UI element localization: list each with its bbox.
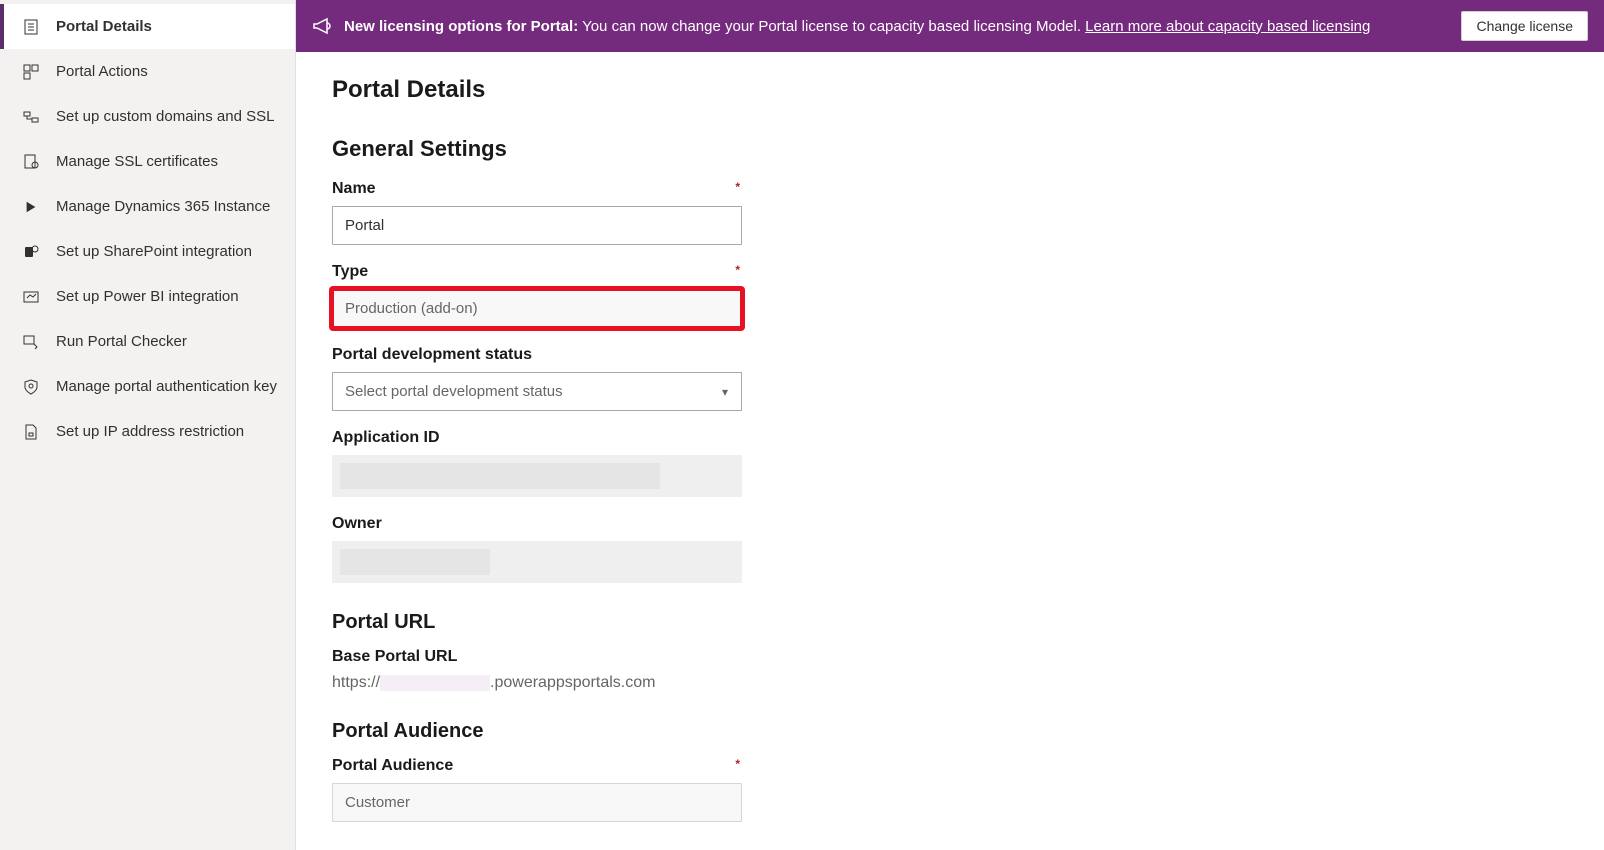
app-id-group: Application ID	[332, 429, 742, 497]
audience-label: Portal Audience	[332, 757, 742, 775]
sidebar-item-custom-domains[interactable]: Set up custom domains and SSL	[0, 94, 295, 139]
page-title: Portal Details	[332, 76, 1568, 104]
audience-input	[332, 783, 742, 822]
sharepoint-icon	[22, 243, 40, 261]
shield-icon	[22, 378, 40, 396]
app-id-label: Application ID	[332, 429, 742, 447]
chart-icon	[22, 288, 40, 306]
type-group: Type	[332, 263, 742, 328]
url-prefix: https://	[332, 674, 380, 691]
base-url-value: https:// .powerappsportals.com	[332, 674, 742, 692]
sidebar-item-label: Manage portal authentication key	[56, 376, 279, 397]
sidebar-item-portal-details[interactable]: Portal Details	[0, 4, 295, 49]
sidebar-item-label: Run Portal Checker	[56, 331, 279, 352]
actions-icon	[22, 63, 40, 81]
sidebar-item-label: Manage Dynamics 365 Instance	[56, 196, 279, 217]
sidebar-item-sharepoint[interactable]: Set up SharePoint integration	[0, 229, 295, 274]
sidebar-item-label: Set up SharePoint integration	[56, 241, 279, 262]
sidebar-item-label: Set up custom domains and SSL	[56, 106, 279, 127]
portal-audience-title: Portal Audience	[332, 720, 1568, 743]
domain-icon	[22, 108, 40, 126]
owner-label: Owner	[332, 515, 742, 533]
banner-content: New licensing options for Portal: You ca…	[312, 16, 1370, 36]
sidebar-item-powerbi[interactable]: Set up Power BI integration	[0, 274, 295, 319]
url-suffix: .powerappsportals.com	[490, 674, 655, 691]
sidebar-item-portal-checker[interactable]: Run Portal Checker	[0, 319, 295, 364]
url-redacted	[380, 675, 490, 691]
base-url-label: Base Portal URL	[332, 648, 742, 666]
dev-status-group: Portal development status Select portal …	[332, 346, 742, 411]
file-lock-icon	[22, 423, 40, 441]
document-icon	[22, 18, 40, 36]
sidebar-item-label: Set up Power BI integration	[56, 286, 279, 307]
type-label: Type	[332, 263, 742, 281]
banner-learn-more-link[interactable]: Learn more about capacity based licensin…	[1085, 18, 1370, 35]
name-label: Name	[332, 180, 742, 198]
sidebar-item-label: Portal Actions	[56, 61, 279, 82]
banner-bold: New licensing options for Portal:	[344, 18, 578, 35]
sidebar-item-ssl-certificates[interactable]: Manage SSL certificates	[0, 139, 295, 184]
sidebar-item-label: Set up IP address restriction	[56, 421, 279, 442]
certificate-icon	[22, 153, 40, 171]
sidebar-item-dynamics-365[interactable]: Manage Dynamics 365 Instance	[0, 184, 295, 229]
sidebar-item-portal-actions[interactable]: Portal Actions	[0, 49, 295, 94]
banner-text: New licensing options for Portal: You ca…	[344, 18, 1370, 35]
banner-desc: You can now change your Portal license t…	[578, 18, 1085, 35]
dev-status-label: Portal development status	[332, 346, 742, 364]
checker-icon	[22, 333, 40, 351]
owner-redacted	[332, 541, 742, 583]
sidebar: Portal Details Portal Actions Set up cus…	[0, 0, 296, 850]
owner-group: Owner	[332, 515, 742, 583]
general-settings-title: General Settings	[332, 136, 1568, 162]
type-input	[332, 289, 742, 328]
sidebar-item-auth-key[interactable]: Manage portal authentication key	[0, 364, 295, 409]
name-group: Name	[332, 180, 742, 245]
change-license-button[interactable]: Change license	[1461, 11, 1588, 41]
play-icon	[22, 198, 40, 216]
sidebar-item-label: Manage SSL certificates	[56, 151, 279, 172]
app-id-redacted	[332, 455, 742, 497]
megaphone-icon	[312, 16, 332, 36]
name-input[interactable]	[332, 206, 742, 245]
dev-status-select[interactable]: Select portal development status	[332, 372, 742, 411]
portal-url-title: Portal URL	[332, 611, 1568, 634]
audience-group: Portal Audience	[332, 757, 742, 822]
sidebar-item-label: Portal Details	[56, 16, 279, 37]
main-content: Portal Details General Settings Name Typ…	[296, 52, 1604, 850]
sidebar-item-ip-restriction[interactable]: Set up IP address restriction	[0, 409, 295, 454]
licensing-banner: New licensing options for Portal: You ca…	[296, 0, 1604, 52]
base-url-group: Base Portal URL https:// .powerappsportal…	[332, 648, 742, 692]
